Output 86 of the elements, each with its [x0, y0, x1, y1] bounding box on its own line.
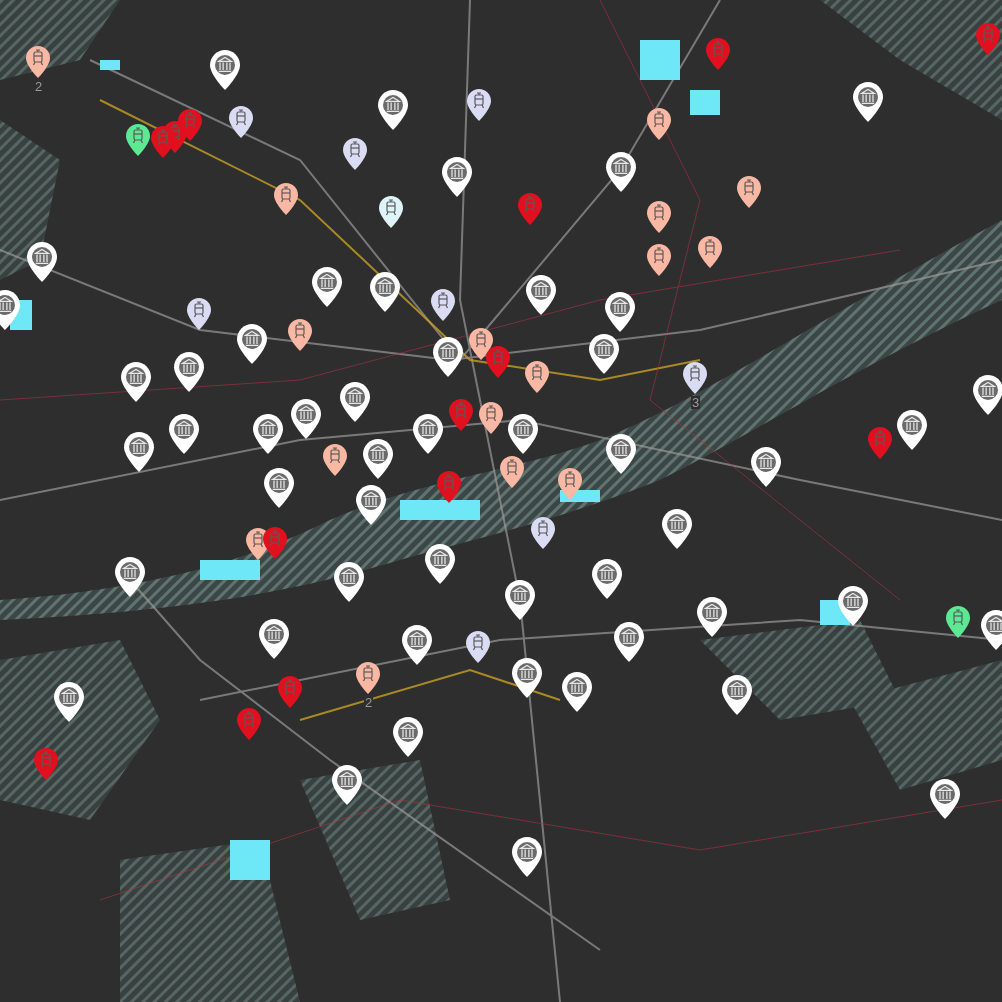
landmark-pin-icon[interactable]: [334, 562, 364, 602]
landmark-pin-icon[interactable]: [402, 625, 432, 665]
landmark-pin-icon[interactable]: [413, 414, 443, 454]
landmark-pin-icon[interactable]: [589, 334, 619, 374]
landmark-pin-icon[interactable]: [259, 619, 289, 659]
landmark-pin-icon[interactable]: [363, 439, 393, 479]
landmark-pin-icon[interactable]: [605, 292, 635, 332]
landmark-pin-icon[interactable]: [512, 658, 542, 698]
landmark-pin-icon[interactable]: [174, 352, 204, 392]
tram-stop-pin-icon[interactable]: [288, 318, 312, 351]
tram-stop-pin-icon[interactable]: [647, 243, 671, 276]
landmark-pin-icon[interactable]: [115, 557, 145, 597]
tram-stop-pin-icon[interactable]: [647, 107, 671, 140]
tram-stop-pin-icon[interactable]: [229, 105, 253, 138]
landmark-pin-icon[interactable]: [27, 242, 57, 282]
landmark-pin-icon[interactable]: [751, 447, 781, 487]
landmark-pin-icon[interactable]: [169, 414, 199, 454]
tram-stop-pin-icon[interactable]: [467, 88, 491, 121]
landmark-pin-icon[interactable]: [606, 152, 636, 192]
tram-stop-pin-icon[interactable]: [737, 175, 761, 208]
tram-stop-pin-icon[interactable]: [698, 235, 722, 268]
tram-stop-pin-icon[interactable]: [946, 605, 970, 638]
landmark-pin-icon[interactable]: [614, 622, 644, 662]
tram-stop-pin-icon[interactable]: [187, 297, 211, 330]
tram-stop-pin-icon[interactable]: [126, 123, 150, 156]
landmark-pin-icon[interactable]: [54, 682, 84, 722]
building-footprint: [230, 840, 270, 880]
stop-number: 2: [364, 696, 374, 709]
landmark-pin-icon[interactable]: [853, 82, 883, 122]
landmark-pin-icon[interactable]: [897, 410, 927, 450]
landmark-pin-icon[interactable]: [930, 779, 960, 819]
building-footprint: [200, 560, 260, 580]
landmark-pin-icon[interactable]: [562, 672, 592, 712]
building-footprint: [690, 90, 720, 115]
landmark-pin-icon[interactable]: [425, 544, 455, 584]
tram-stop-pin-icon[interactable]: [500, 455, 524, 488]
landmark-pin-icon[interactable]: [237, 324, 267, 364]
building-footprint: [100, 60, 120, 70]
landmark-pin-icon[interactable]: [340, 382, 370, 422]
tram-stop-pin-icon[interactable]: [379, 195, 403, 228]
landmark-pin-icon[interactable]: [973, 375, 1002, 415]
landmark-pin-icon[interactable]: [210, 50, 240, 90]
landmark-pin-icon[interactable]: [291, 399, 321, 439]
stop-number: 2: [34, 80, 44, 93]
stop-number: 3: [691, 396, 701, 409]
tram-stop-pin-icon[interactable]: [356, 661, 380, 694]
tram-stop-pin-icon[interactable]: [531, 516, 555, 549]
tram-stop-pin-icon[interactable]: [431, 288, 455, 321]
tram-stop-pin-icon[interactable]: [486, 345, 510, 378]
tram-stop-pin-icon[interactable]: [343, 137, 367, 170]
landmark-pin-icon[interactable]: [662, 509, 692, 549]
landmark-pin-icon[interactable]: [356, 485, 386, 525]
tram-stop-pin-icon[interactable]: [525, 360, 549, 393]
landmark-pin-icon[interactable]: [512, 837, 542, 877]
building-footprint: [640, 40, 680, 80]
landmark-pin-icon[interactable]: [722, 675, 752, 715]
landmark-pin-icon[interactable]: [264, 468, 294, 508]
tram-stop-pin-icon[interactable]: [437, 470, 461, 503]
landmark-pin-icon[interactable]: [370, 272, 400, 312]
landmark-pin-icon[interactable]: [508, 414, 538, 454]
landmark-pin-icon[interactable]: [433, 337, 463, 377]
landmark-pin-icon[interactable]: [332, 765, 362, 805]
landmark-pin-icon[interactable]: [697, 597, 727, 637]
tram-stop-pin-icon[interactable]: [647, 200, 671, 233]
landmark-pin-icon[interactable]: [378, 90, 408, 130]
landmark-pin-icon[interactable]: [838, 586, 868, 626]
landmark-pin-icon[interactable]: [606, 434, 636, 474]
tram-stop-pin-icon[interactable]: [683, 361, 707, 394]
tram-stop-pin-icon[interactable]: [479, 401, 503, 434]
tram-stop-pin-icon[interactable]: [26, 45, 50, 78]
tram-stop-pin-icon[interactable]: [274, 182, 298, 215]
tram-stop-pin-icon[interactable]: [466, 630, 490, 663]
landmark-pin-icon[interactable]: [442, 157, 472, 197]
tram-stop-pin-icon[interactable]: [263, 526, 287, 559]
tram-stop-pin-icon[interactable]: [558, 467, 582, 500]
landmark-pin-icon[interactable]: [526, 275, 556, 315]
landmark-pin-icon[interactable]: [393, 717, 423, 757]
landmark-pin-icon[interactable]: [592, 559, 622, 599]
landmark-pin-icon[interactable]: [981, 610, 1002, 650]
landmark-pin-icon[interactable]: [121, 362, 151, 402]
landmark-pin-icon[interactable]: [0, 290, 20, 330]
landmark-pin-icon[interactable]: [505, 580, 535, 620]
landmark-pin-icon[interactable]: [312, 267, 342, 307]
tram-stop-pin-icon[interactable]: [323, 443, 347, 476]
landmark-pin-icon[interactable]: [253, 414, 283, 454]
landmark-pin-icon[interactable]: [124, 432, 154, 472]
